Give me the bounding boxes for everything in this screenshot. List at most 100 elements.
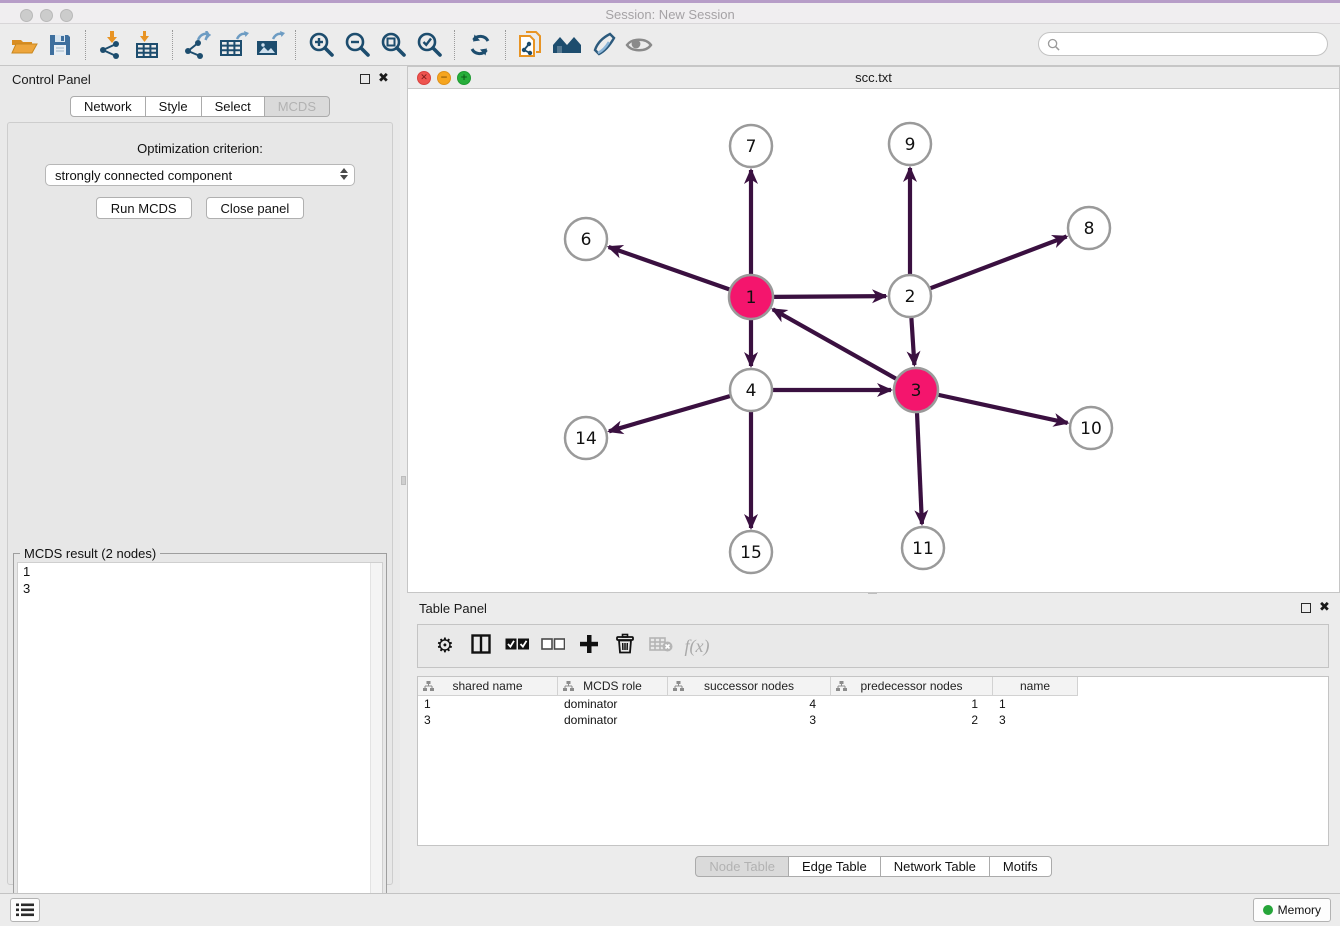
node-label: 14 xyxy=(575,429,597,449)
toolbar-separator xyxy=(505,30,506,60)
edge-4-14[interactable] xyxy=(609,396,730,431)
run-mcds-button[interactable]: Run MCDS xyxy=(96,197,192,219)
tab-network[interactable]: Network xyxy=(70,96,146,117)
network-graph[interactable]: 7 9 6 8 1 2 4 3 14 10 15 11 xyxy=(408,89,1339,592)
node-label: 8 xyxy=(1084,219,1095,239)
column-header-shared-name[interactable]: shared name xyxy=(418,677,558,696)
delete-row-button[interactable] xyxy=(610,630,640,662)
toolbar-separator xyxy=(295,30,296,60)
zoom-fit-icon xyxy=(379,31,407,59)
close-panel-icon[interactable]: ✖ xyxy=(378,71,389,86)
mcds-result-group: MCDS result (2 nodes) 13 xyxy=(13,553,387,926)
delete-column-button xyxy=(646,630,676,662)
select-all-button[interactable] xyxy=(502,630,532,662)
graph-node-4[interactable]: 4 xyxy=(730,369,772,411)
table-cell: dominator xyxy=(558,696,668,712)
tab-edge-table[interactable]: Edge Table xyxy=(789,856,881,877)
column-header-name[interactable]: name xyxy=(993,677,1078,696)
graph-node-14[interactable]: 14 xyxy=(565,417,607,459)
table-row[interactable]: 3dominator323 xyxy=(418,712,1328,728)
tab-style[interactable]: Style xyxy=(146,96,202,117)
settings-button[interactable]: ⚙ xyxy=(430,630,460,662)
zoom-fit-button[interactable] xyxy=(375,28,411,62)
network-canvas[interactable]: 7 9 6 8 1 2 4 3 14 10 15 11 xyxy=(408,89,1339,592)
tab-select[interactable]: Select xyxy=(202,96,265,117)
graph-node-7[interactable]: 7 xyxy=(730,125,772,167)
table-float-icon[interactable] xyxy=(1301,603,1311,613)
edge-2-3[interactable] xyxy=(911,318,914,365)
float-panel-icon[interactable] xyxy=(360,74,370,84)
result-scrollbar[interactable] xyxy=(370,563,382,926)
search-box[interactable] xyxy=(1038,32,1328,56)
column-header-successor-nodes[interactable]: successor nodes xyxy=(668,677,831,696)
table-row[interactable]: 1dominator411 xyxy=(418,696,1328,712)
split-handle-icon[interactable] xyxy=(401,476,406,485)
optimization-criterion-dropdown[interactable]: strongly connected component xyxy=(45,164,355,186)
graph-node-3[interactable]: 3 xyxy=(894,368,938,412)
toolbar-separator xyxy=(85,30,86,60)
deselect-all-button[interactable] xyxy=(538,630,568,662)
style-button[interactable] xyxy=(585,28,621,62)
open-session-button[interactable] xyxy=(6,28,42,62)
titlebar: Session: New Session xyxy=(0,0,1340,24)
zoom-selected-button[interactable] xyxy=(411,28,447,62)
task-history-button[interactable] xyxy=(10,898,40,922)
edge-1-2[interactable] xyxy=(774,296,886,297)
edge-3-1[interactable] xyxy=(773,309,896,378)
save-session-button[interactable] xyxy=(42,28,78,62)
zoom-in-button[interactable] xyxy=(303,28,339,62)
memory-button[interactable]: Memory xyxy=(1253,898,1331,922)
export-table-button[interactable] xyxy=(216,28,252,62)
vertical-split-divider[interactable] xyxy=(400,66,407,893)
application-window: Session: New Session Control Panel ✖ Net… xyxy=(0,0,1340,926)
node-table[interactable]: shared nameMCDS rolesuccessor nodesprede… xyxy=(417,676,1329,846)
search-input[interactable] xyxy=(1060,35,1327,53)
export-image-button[interactable] xyxy=(252,28,288,62)
tab-mcds[interactable]: MCDS xyxy=(265,96,330,117)
graph-node-6[interactable]: 6 xyxy=(565,218,607,260)
graph-node-2[interactable]: 2 xyxy=(889,275,931,317)
settings-icon: ⚙ xyxy=(436,635,454,657)
graph-node-9[interactable]: 9 xyxy=(889,123,931,165)
table-panel-header: Table Panel ✖ xyxy=(407,595,1340,621)
control-panel-header: Control Panel ✖ xyxy=(0,66,400,92)
network-window-titlebar[interactable]: ✕ − + scc.txt xyxy=(408,67,1339,89)
refresh-button[interactable] xyxy=(462,28,498,62)
tab-node-table[interactable]: Node Table xyxy=(695,856,789,877)
table-cell: 4 xyxy=(668,696,831,712)
import-table-button[interactable] xyxy=(129,28,165,62)
edge-2-8[interactable] xyxy=(931,237,1067,289)
mcds-result-list[interactable]: 13 xyxy=(17,562,383,926)
tab-network-table[interactable]: Network Table xyxy=(881,856,990,877)
graph-node-15[interactable]: 15 xyxy=(730,531,772,573)
zoom-out-button[interactable] xyxy=(339,28,375,62)
graph-node-10[interactable]: 10 xyxy=(1070,407,1112,449)
edge-3-11[interactable] xyxy=(917,413,922,524)
delete-column-icon xyxy=(649,636,673,657)
memory-label: Memory xyxy=(1278,903,1321,917)
eye-button[interactable] xyxy=(621,28,657,62)
import-network-icon xyxy=(97,31,125,59)
columns-button[interactable] xyxy=(466,630,496,662)
edge-1-6[interactable] xyxy=(609,247,730,289)
graph-node-8[interactable]: 8 xyxy=(1068,207,1110,249)
optimization-criterion-label: Optimization criterion: xyxy=(8,141,392,156)
add-row-button[interactable] xyxy=(574,630,604,662)
table-close-icon[interactable]: ✖ xyxy=(1319,600,1330,615)
graph-node-1[interactable]: 1 xyxy=(729,275,773,319)
table-cell: 3 xyxy=(993,712,1078,728)
toolbar-separator xyxy=(454,30,455,60)
edge-3-10[interactable] xyxy=(938,395,1067,423)
export-network-button[interactable] xyxy=(180,28,216,62)
column-header-predecessor-nodes[interactable]: predecessor nodes xyxy=(831,677,993,696)
close-panel-button[interactable]: Close panel xyxy=(206,197,305,219)
graph-node-11[interactable]: 11 xyxy=(902,527,944,569)
node-label: 3 xyxy=(911,381,922,401)
network-from-selection-button[interactable] xyxy=(513,28,549,62)
home-button[interactable] xyxy=(549,28,585,62)
mcds-result-value: 1 xyxy=(18,563,382,580)
refresh-icon xyxy=(467,32,493,58)
tab-motifs[interactable]: Motifs xyxy=(990,856,1052,877)
column-header-MCDS-role[interactable]: MCDS role xyxy=(558,677,668,696)
import-network-button[interactable] xyxy=(93,28,129,62)
